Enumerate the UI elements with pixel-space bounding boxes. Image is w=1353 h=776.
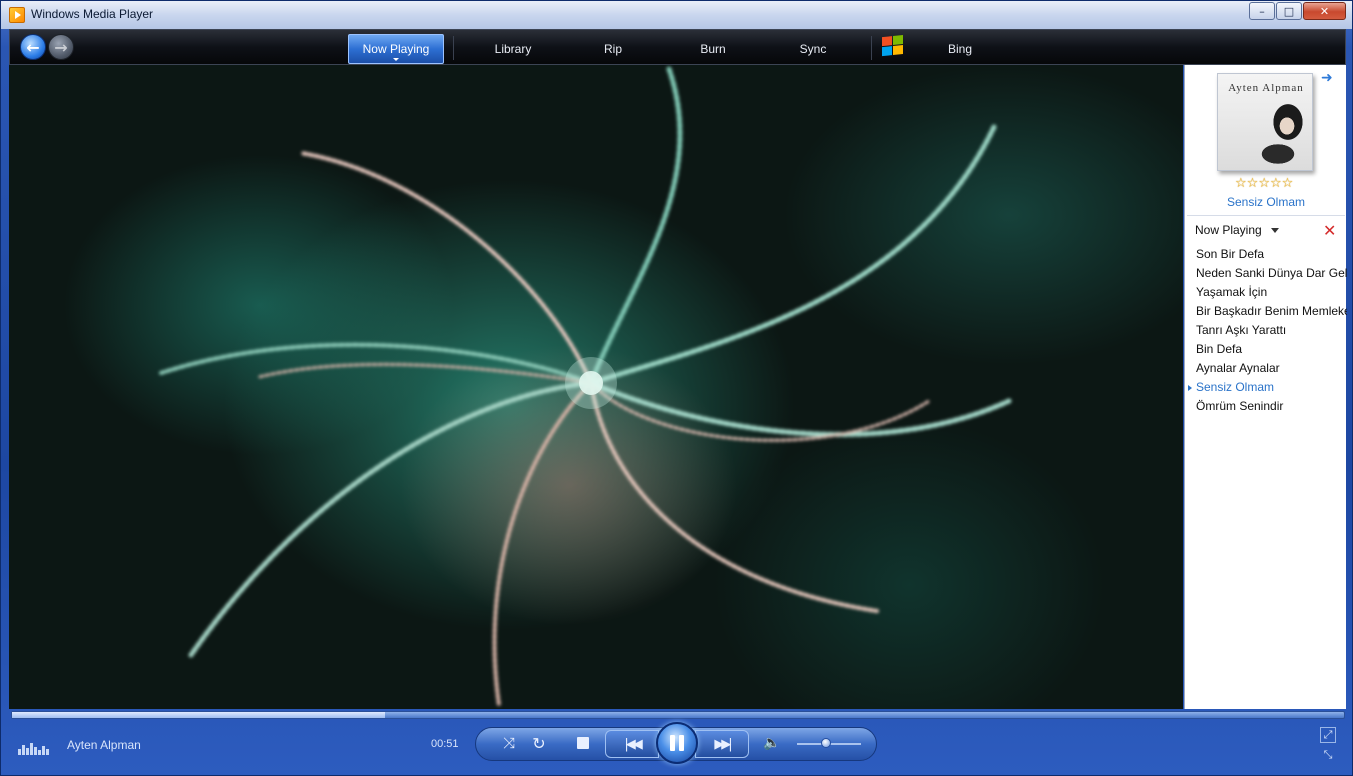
shuffle-icon[interactable]: ⤨ xyxy=(498,733,520,753)
tab-separator xyxy=(453,36,454,60)
previous-button[interactable]: |◀◀ xyxy=(605,730,659,758)
back-arrow-icon[interactable]: ← xyxy=(20,34,46,60)
list-item[interactable]: Tanrı Aşkı Yarattı xyxy=(1185,321,1347,340)
tab-library[interactable]: Library xyxy=(473,34,553,64)
playlist: Son Bir Defa Neden Sanki Dünya Dar Gelir… xyxy=(1185,245,1347,416)
list-item[interactable]: Bin Defa xyxy=(1185,340,1347,359)
forward-arrow-icon[interactable]: → xyxy=(48,34,74,60)
now-playing-artist: Ayten Alpman xyxy=(67,738,141,752)
maximize-button[interactable]: □ xyxy=(1276,2,1302,20)
album-art[interactable]: Ayten Alpman xyxy=(1217,73,1313,171)
pane-divider xyxy=(1187,215,1345,216)
album-portrait-shadow xyxy=(1258,136,1298,166)
now-playing-pane: Ayten Alpman ➜ ☆ ☆ ☆ ☆ ☆ Sensiz Olmam No… xyxy=(1184,65,1347,709)
list-item[interactable]: Neden Sanki Dünya Dar Gelir xyxy=(1185,264,1347,283)
album-art-text: Ayten Alpman xyxy=(1228,82,1304,94)
windows-logo-icon xyxy=(882,34,904,57)
fullscreen-icon[interactable]: ⤢ xyxy=(1320,727,1336,743)
visualization-swirl xyxy=(159,66,1012,707)
star-icon[interactable]: ☆ xyxy=(1282,177,1294,190)
switch-to-library-icon[interactable]: ⤡ xyxy=(1320,747,1336,763)
pause-button[interactable] xyxy=(656,722,698,764)
rating-stars[interactable]: ☆ ☆ ☆ ☆ ☆ xyxy=(1235,177,1293,190)
volume-icon[interactable]: 🔈 xyxy=(763,735,781,751)
clear-list-icon[interactable]: ✕ xyxy=(1323,221,1336,240)
list-item[interactable]: Ömrüm Senindir xyxy=(1185,397,1347,416)
current-song-title[interactable]: Sensiz Olmam xyxy=(1185,195,1347,209)
list-item[interactable]: Aynalar Aynalar xyxy=(1185,359,1347,378)
window-title: Windows Media Player xyxy=(31,7,154,21)
window-controls: – □ ✕ xyxy=(1248,2,1346,20)
navigation-toolbar: ← → Now Playing Library Rip Burn Sync Bi… xyxy=(9,29,1346,65)
stop-button[interactable] xyxy=(577,737,589,749)
star-icon[interactable]: ☆ xyxy=(1258,177,1270,190)
chevron-down-icon[interactable] xyxy=(1271,228,1279,233)
seek-progress xyxy=(12,712,385,718)
tab-burn[interactable]: Burn xyxy=(673,34,753,64)
list-header[interactable]: Now Playing xyxy=(1195,223,1262,237)
visualization-area[interactable] xyxy=(9,65,1183,709)
elapsed-time[interactable]: 00:51 xyxy=(431,738,459,750)
list-item[interactable]: Bir Başkadır Benim Memleketim xyxy=(1185,302,1347,321)
tab-rip[interactable]: Rip xyxy=(573,34,653,64)
list-item-current[interactable]: Sensiz Olmam xyxy=(1185,378,1347,397)
minimize-button[interactable]: – xyxy=(1249,2,1275,20)
title-bar[interactable]: Windows Media Player – □ ✕ xyxy=(1,1,1352,29)
next-button[interactable]: ▶▶| xyxy=(695,730,749,758)
switch-view-arrow-icon[interactable]: ➜ xyxy=(1321,71,1335,85)
equalizer-icon xyxy=(18,737,50,755)
repeat-icon[interactable]: ↻ xyxy=(528,733,550,753)
list-item[interactable]: Yaşamak İçin xyxy=(1185,283,1347,302)
media-player-icon xyxy=(9,7,25,23)
list-item[interactable]: Son Bir Defa xyxy=(1185,245,1347,264)
tab-now-playing[interactable]: Now Playing xyxy=(348,34,444,64)
tab-separator xyxy=(871,36,872,60)
volume-slider-thumb[interactable] xyxy=(820,738,831,748)
seek-bar[interactable] xyxy=(11,711,1345,719)
wmp-window: Windows Media Player – □ ✕ ← → Now Playi… xyxy=(0,0,1353,776)
star-icon[interactable]: ☆ xyxy=(1270,177,1282,190)
star-icon[interactable]: ☆ xyxy=(1235,177,1247,190)
star-icon[interactable]: ☆ xyxy=(1247,177,1259,190)
close-button[interactable]: ✕ xyxy=(1303,2,1346,20)
tab-bing[interactable]: Bing xyxy=(920,34,1000,64)
tab-sync[interactable]: Sync xyxy=(773,34,853,64)
